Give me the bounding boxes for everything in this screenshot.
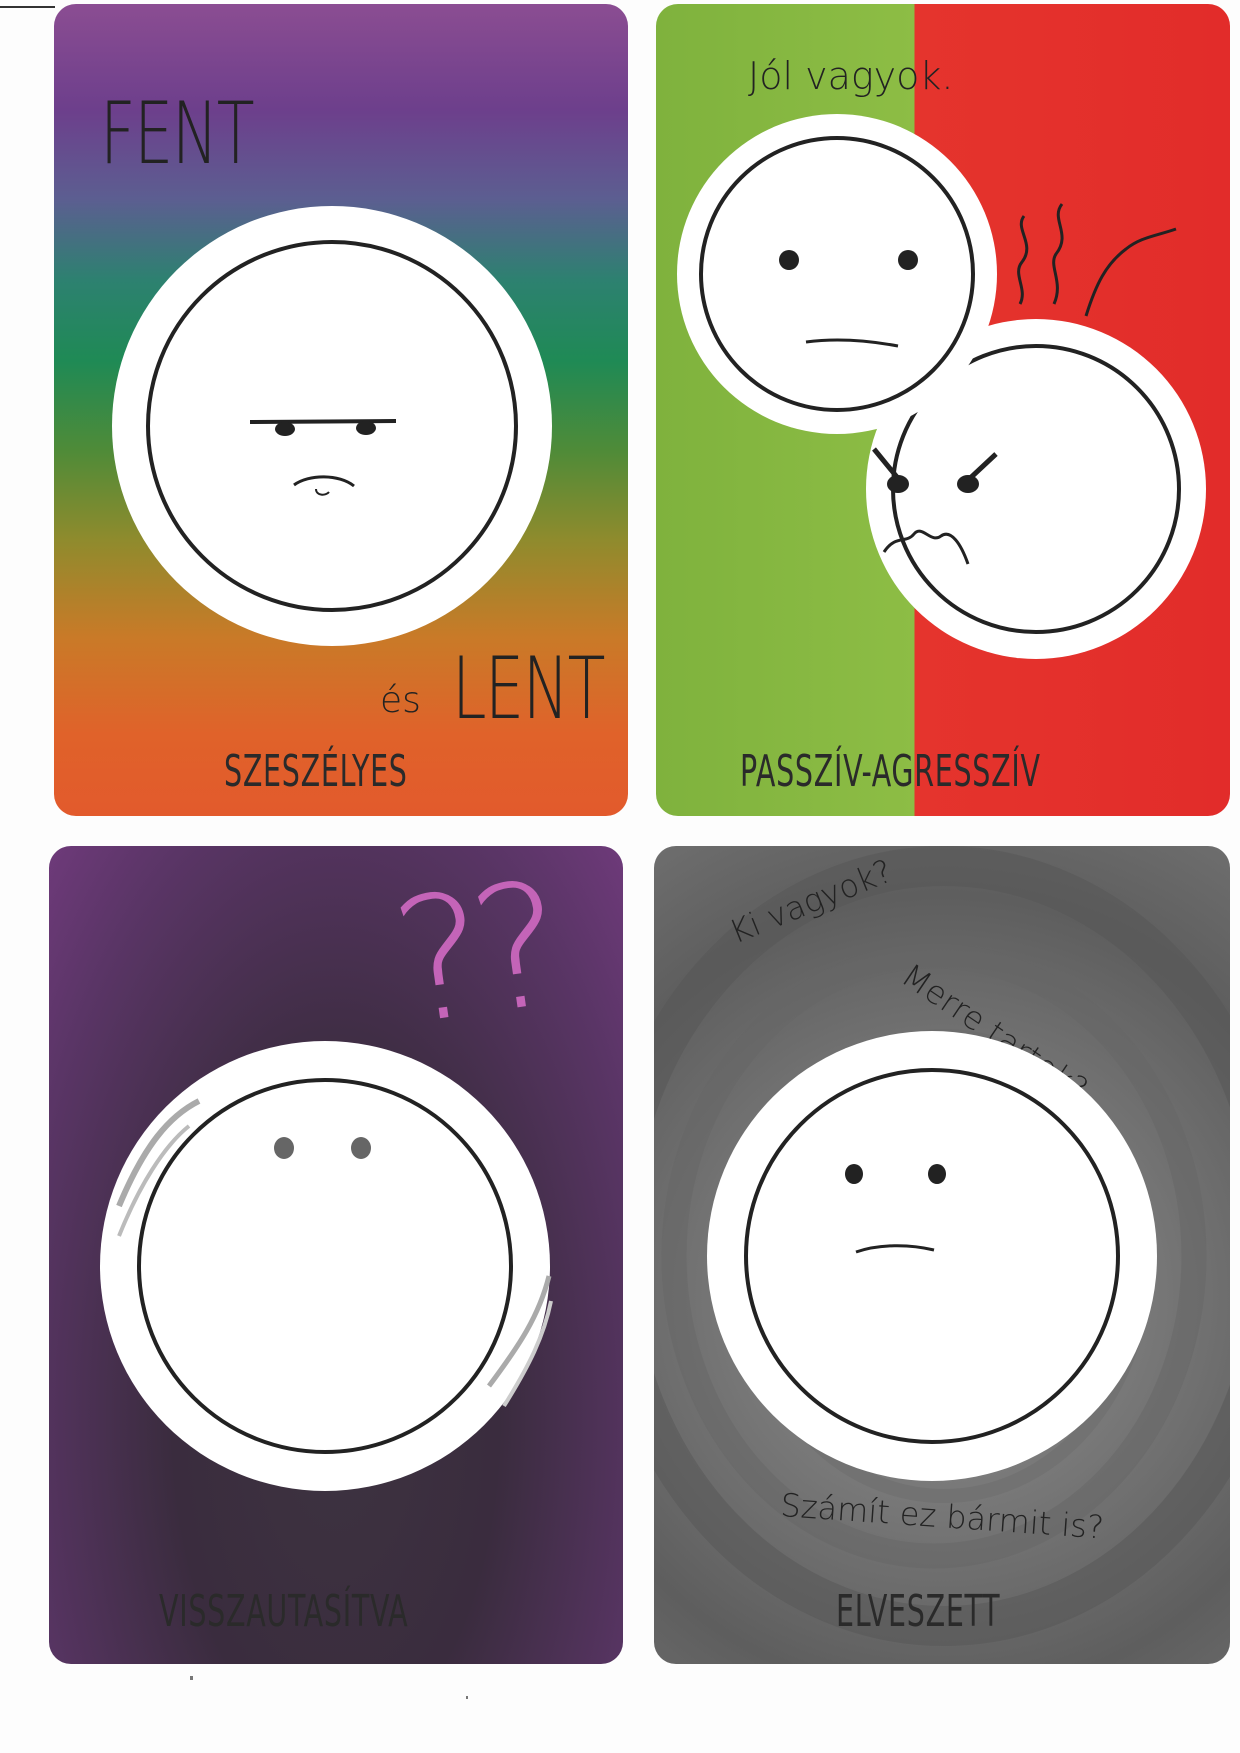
card-mid-small-text: és [380, 680, 421, 721]
card-caption: ELVESZETT [836, 1586, 1001, 1637]
emotion-card-moody[interactable]: FENT és LENT SZESZÉLYES [54, 4, 628, 816]
emotion-card-rejected[interactable]: ?? VISSZAUTASÍTVA [49, 846, 623, 1664]
card-caption: VISSZAUTASÍTVA [159, 1586, 409, 1637]
scan-edge-line [0, 6, 55, 8]
neutral-face-icon [677, 114, 997, 434]
scan-speck [466, 1696, 468, 1699]
emotion-card-passive-aggressive[interactable]: Jól vagyok. PASSZÍV-AGRESSZÍV [656, 4, 1230, 816]
blank-face-icon [100, 1041, 553, 1491]
worried-face-icon [707, 1031, 1157, 1481]
scan-speck [190, 1676, 193, 1680]
card-caption: SZESZÉLYES [224, 746, 408, 797]
card-caption: PASSZÍV-AGRESSZÍV [740, 746, 1041, 797]
card-mid-big-text: LENT [452, 639, 605, 739]
emotion-card-lost[interactable]: Ki vagyok? Merre tartok? Számít ez bármi… [654, 846, 1230, 1664]
